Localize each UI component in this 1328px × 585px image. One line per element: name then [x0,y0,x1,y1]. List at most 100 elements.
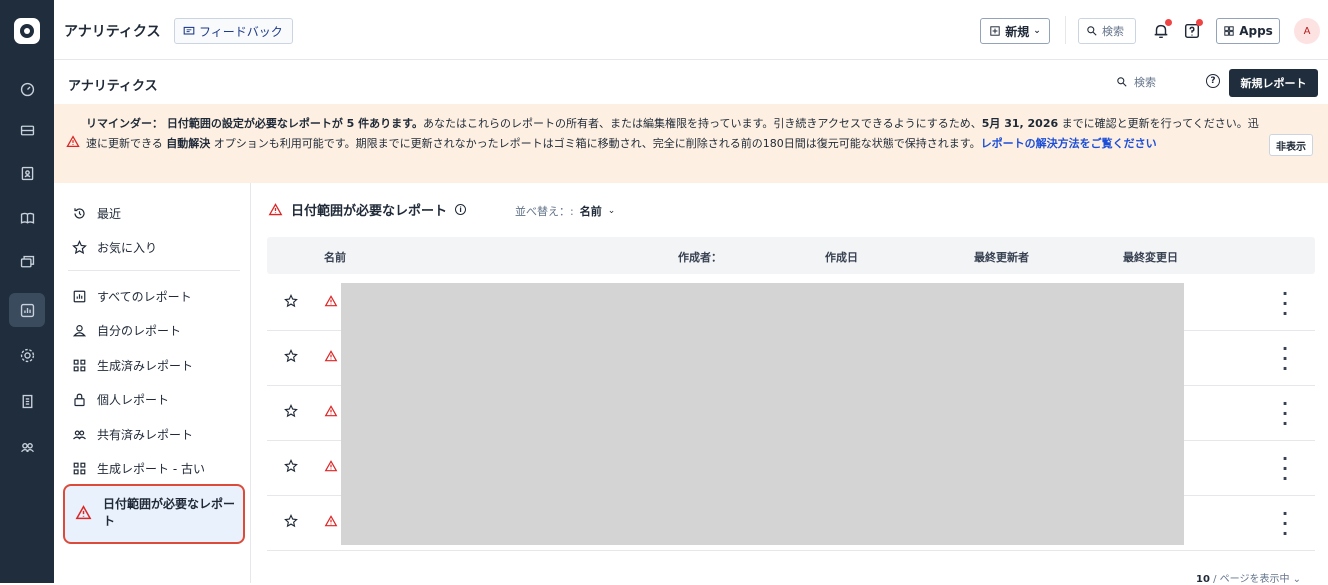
more-options-icon[interactable]: · · · [1279,341,1291,377]
nav-item-favorites[interactable]: お気に入り [72,239,157,256]
plus-box-icon [990,26,1000,36]
chevron-down-icon: ⌄ [607,206,616,216]
nav-label: 共有済みレポート [97,428,194,442]
app-rail [0,0,54,583]
nav-divider [68,270,240,271]
app-logo-icon[interactable] [14,18,40,44]
grid-icon [73,462,86,475]
star-icon[interactable] [284,514,298,528]
nav-item-generated-reports-old[interactable]: 生成レポート - 古い [72,460,205,477]
nav-item-personal-reports[interactable]: 個人レポート [72,391,169,408]
new-button[interactable]: 新規 ⌄ [980,18,1050,44]
help-button[interactable] [1180,18,1204,44]
report-icon [73,290,86,303]
column-header-created[interactable]: 作成日 [825,249,858,265]
sort-control[interactable]: 並べ替え：: 名前 ⌄ [515,203,615,219]
book-icon[interactable] [9,201,45,235]
sort-label: 並べ替え：: [515,205,574,218]
page-search-input[interactable]: 検索 [1116,74,1156,90]
new-report-button[interactable]: 新規レポート [1229,69,1318,97]
warning-icon [75,505,92,520]
nav-item-my-reports[interactable]: 自分のレポート [72,322,181,339]
team-icon[interactable] [9,430,45,464]
chat-icon[interactable] [9,245,45,279]
new-label: 新規 [1005,24,1030,39]
contacts-icon[interactable] [9,156,45,190]
star-icon[interactable] [284,349,298,363]
more-options-icon[interactable]: · · · [1279,451,1291,487]
notifications-button[interactable] [1149,18,1173,44]
sort-value: 名前 [579,205,602,218]
page-title: アナリティクス [68,79,158,94]
info-icon[interactable]: i [455,204,467,215]
reminder-banner: リマインダー： 日付範囲の設定が必要なレポートが 5 件あります。あなたはこれら… [54,104,1328,183]
grid-icon [73,359,86,372]
nav-label: 個人レポート [97,393,170,407]
user-icon [72,325,87,337]
lock-icon [74,393,85,407]
more-options-icon[interactable]: · · · [1279,396,1291,432]
apps-button[interactable]: Apps [1216,18,1280,44]
nav-item-recent[interactable]: 最近 [72,205,121,222]
warning-icon [268,203,283,216]
gauge-icon[interactable] [9,72,45,106]
column-header-last-updated-by[interactable]: 最終更新者 [974,249,1029,265]
search-icon [1117,77,1127,87]
nav-label: 自分のレポート [97,324,182,338]
more-options-icon[interactable]: · · · [1279,506,1291,542]
nav-label: 日付範囲が必要なレポート [103,497,236,528]
analytics-icon[interactable] [9,293,45,327]
divider [1065,16,1066,44]
nav-item-date-range-required[interactable]: 日付範囲が必要なレポート [63,484,245,544]
nav-label: 生成済みレポート [97,359,194,373]
resolve-reports-link[interactable]: レポートの解決方法をご覧ください [981,137,1157,150]
banner-text-3: オプションも利用可能です。期限までに更新されなかったレポートはゴミ箱に移動され、… [210,137,981,150]
warning-icon [324,405,338,417]
ticket-icon[interactable] [9,113,45,147]
page-search-placeholder: 検索 [1134,76,1156,89]
nav-label: お気に入り [97,241,158,255]
nav-label: 最近 [97,207,122,221]
feedback-button[interactable]: フィードバック [174,18,293,44]
star-icon [72,240,87,255]
comment-icon [183,26,195,35]
notification-dot [1165,19,1172,26]
top-bar: アナリティクス フィードバック 新規 ⌄ 検索 Apps A [54,0,1328,60]
feedback-label: フィードバック [199,24,283,39]
star-icon[interactable] [284,404,298,418]
warning-icon [66,135,80,148]
table-header: 名前 作成者： 作成日 最終更新者 最終変更日 [267,237,1315,274]
page-size-value: 10 [1196,574,1210,585]
reports-nav: 最近 お気に入り すべてのレポート 自分のレポート 生成済みレポート 個人レポー… [54,183,251,583]
warning-icon [324,350,338,362]
warning-icon [324,460,338,472]
star-icon[interactable] [284,459,298,473]
star-icon[interactable] [284,294,298,308]
more-options-icon[interactable]: · · · [1279,286,1291,322]
content-title: 日付範囲が必要なレポート [291,204,448,219]
nav-item-all-reports[interactable]: すべてのレポート [72,288,192,305]
nav-item-generated-reports[interactable]: 生成済みレポート [72,357,193,374]
chevron-down-icon: ⌄ [1292,574,1302,585]
banner-prefix: リマインダー： 日付範囲の設定が必要なレポートが 5 件あります。 [86,117,424,130]
users-icon [73,430,86,440]
building-icon[interactable] [9,384,45,418]
global-search-input[interactable]: 検索 [1078,18,1136,44]
column-header-creator[interactable]: 作成者： [678,249,722,265]
nav-label: すべてのレポート [97,290,192,304]
warning-icon [324,295,338,307]
banner-message: リマインダー： 日付範囲の設定が必要なレポートが 5 件あります。あなたはこれら… [86,114,1264,154]
redacted-content [341,283,1184,545]
nav-label: 生成レポート - 古い [97,462,205,476]
settings-icon[interactable] [9,338,45,372]
history-icon [74,208,85,219]
column-header-name[interactable]: 名前 [324,249,346,265]
banner-deadline: 5月 31, 2026 [981,117,1059,130]
nav-item-shared-reports[interactable]: 共有済みレポート [72,426,193,443]
search-placeholder: 検索 [1102,25,1124,38]
column-header-last-modified[interactable]: 最終変更日 [1123,249,1178,265]
help-circle-icon[interactable]: ? [1206,74,1220,88]
hide-banner-button[interactable]: 非表示 [1269,134,1313,156]
avatar[interactable]: A [1294,18,1320,44]
banner-auto-resolve: 自動解決 [166,137,211,150]
